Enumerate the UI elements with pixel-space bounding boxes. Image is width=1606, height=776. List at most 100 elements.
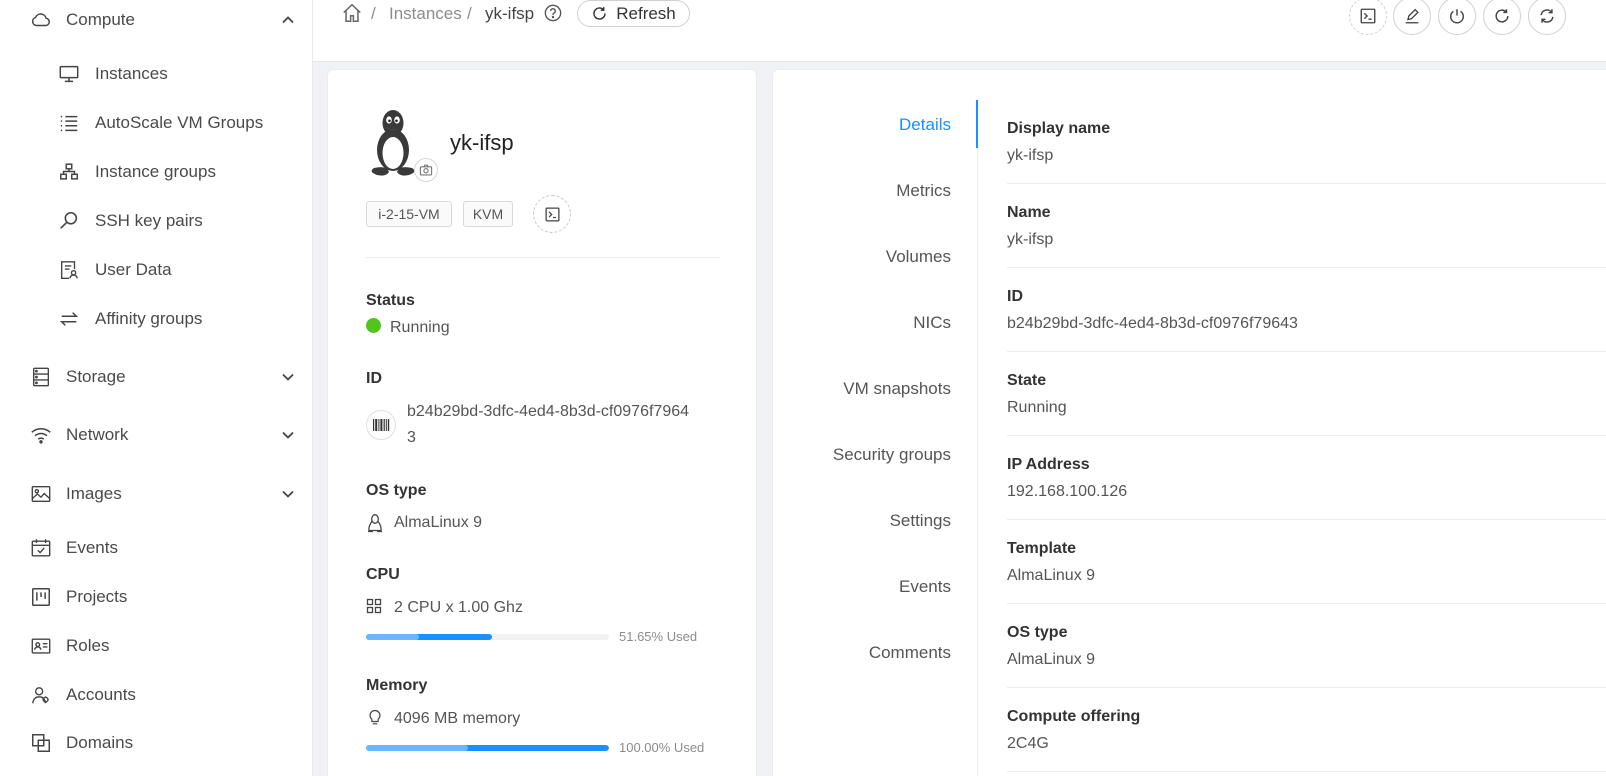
tab-details[interactable]: Details — [773, 115, 951, 135]
detail-label: IP Address — [1007, 456, 1090, 473]
active-tab-indicator — [976, 100, 978, 148]
status-value: Running — [390, 319, 450, 336]
tab-vm-snapshots[interactable]: VM snapshots — [773, 379, 951, 399]
sidebar-item-accounts[interactable]: Accounts — [0, 675, 312, 715]
id-value-line1: b24b29bd-3dfc-4ed4-8b3d-cf0976f7964 — [407, 403, 690, 420]
instance-internal-name-tag: i-2-15-VM — [366, 201, 452, 227]
os-type-value: AlmaLinux 9 — [394, 514, 483, 531]
tab-comments[interactable]: Comments — [773, 643, 951, 663]
question-circle-icon[interactable] — [544, 4, 562, 22]
console-button[interactable] — [533, 195, 571, 233]
sidebar-item-storage[interactable]: Storage — [0, 357, 312, 397]
chevron-down-icon — [281, 428, 295, 442]
memory-usage-text: 100.00% Used — [619, 740, 705, 755]
view-console-button[interactable] — [1349, 0, 1387, 35]
hypervisor-tag: KVM — [463, 201, 513, 227]
chevron-down-icon — [281, 370, 295, 384]
sidebar-item-domains[interactable]: Domains — [0, 723, 312, 763]
sidebar-item-user-data[interactable]: User Data — [0, 250, 312, 290]
sidebar-item-network[interactable]: Network — [0, 415, 312, 455]
id-value-line2: 3 — [407, 429, 416, 446]
detail-value: b24b29bd-3dfc-4ed4-8b3d-cf0976f79643 — [1007, 315, 1298, 332]
cpu-label: CPU — [366, 566, 400, 583]
detail-label: Name — [1007, 204, 1051, 221]
detail-label: Display name — [1007, 120, 1111, 137]
sidebar-item-label: SSH key pairs — [95, 211, 203, 230]
sidebar-item-instances[interactable]: Instances — [0, 54, 312, 94]
cpu-usage-bar — [366, 634, 609, 640]
detail-row-name: Name yk-ifsp — [1007, 184, 1606, 268]
edit-icon — [1403, 7, 1421, 25]
sidebar-item-label: Accounts — [66, 685, 136, 704]
detail-row-id: ID b24b29bd-3dfc-4ed4-8b3d-cf0976f79643 — [1007, 268, 1606, 352]
sidebar: Compute Instances AutoScale VM Groups In… — [0, 0, 313, 776]
sidebar-item-instance-groups[interactable]: Instance groups — [0, 152, 312, 192]
sidebar-item-roles[interactable]: Roles — [0, 626, 312, 666]
detail-label: OS type — [1007, 624, 1068, 641]
team-icon — [30, 684, 52, 706]
breadcrumb-separator: / — [371, 4, 376, 23]
sidebar-item-label: Events — [66, 538, 118, 557]
detail-label: Compute offering — [1007, 708, 1141, 725]
detail-label: Template — [1007, 540, 1077, 557]
sidebar-item-projects[interactable]: Projects — [0, 577, 312, 617]
sidebar-item-ssh-key-pairs[interactable]: SSH key pairs — [0, 201, 312, 241]
sidebar-item-images[interactable]: Images — [0, 474, 312, 514]
instance-tabs-card: Details Metrics Volumes NICs VM snapshot… — [772, 69, 1606, 776]
reinstall-button[interactable] — [1528, 0, 1566, 35]
reload-icon — [1493, 7, 1511, 25]
detail-value: AlmaLinux 9 — [1007, 567, 1096, 584]
idcard-icon — [30, 635, 52, 657]
appstore-icon — [366, 598, 384, 616]
id-label: ID — [366, 370, 382, 387]
detail-value: AlmaLinux 9 — [1007, 651, 1096, 668]
power-icon — [1448, 7, 1466, 25]
camera-icon[interactable] — [414, 158, 438, 182]
sidebar-item-label: Affinity groups — [95, 309, 203, 328]
chevron-up-icon — [281, 13, 295, 27]
tab-metrics[interactable]: Metrics — [773, 181, 951, 201]
sidebar-item-autoscale-vm-groups[interactable]: AutoScale VM Groups — [0, 103, 312, 143]
sidebar-item-compute[interactable]: Compute — [0, 0, 312, 40]
instance-name: yk-ifsp — [450, 130, 514, 155]
tab-volumes[interactable]: Volumes — [773, 247, 951, 267]
breadcrumb-separator: / — [467, 4, 472, 23]
status-running-dot — [366, 318, 381, 333]
sidebar-item-label: Compute — [66, 10, 135, 29]
refresh-label: Refresh — [616, 3, 676, 23]
detail-value: 192.168.100.126 — [1007, 483, 1128, 500]
stop-button[interactable] — [1438, 0, 1476, 35]
reboot-button[interactable] — [1483, 0, 1521, 35]
breadcrumb-current: yk-ifsp — [485, 4, 535, 23]
block-icon — [30, 732, 52, 754]
edit-button[interactable] — [1393, 0, 1431, 35]
detail-row-state: State Running — [1007, 352, 1606, 436]
sidebar-item-label: Roles — [66, 636, 110, 655]
home-icon[interactable] — [341, 2, 363, 24]
tab-security-groups[interactable]: Security groups — [773, 445, 951, 465]
detail-row-display-name: Display name yk-ifsp — [1007, 100, 1606, 184]
detail-label: ID — [1007, 288, 1023, 305]
cpu-value: 2 CPU x 1.00 Ghz — [394, 599, 523, 616]
detail-value: 2C4G — [1007, 735, 1049, 752]
sidebar-item-label: Images — [66, 484, 122, 503]
bulb-icon — [366, 708, 384, 726]
sidebar-item-affinity-groups[interactable]: Affinity groups — [0, 299, 312, 339]
sidebar-item-events[interactable]: Events — [0, 528, 312, 568]
sidebar-item-label: Network — [66, 425, 129, 444]
tab-settings[interactable]: Settings — [773, 511, 951, 531]
sidebar-item-label: Instances — [95, 64, 168, 83]
tab-events[interactable]: Events — [773, 577, 951, 597]
detail-label: State — [1007, 372, 1047, 389]
linux-icon — [366, 513, 384, 533]
barcode-icon[interactable] — [366, 410, 396, 440]
sidebar-item-label: Domains — [66, 733, 134, 752]
detail-value: yk-ifsp — [1007, 147, 1054, 164]
breadcrumb-instances[interactable]: Instances — [389, 3, 462, 25]
detail-row-template: Template AlmaLinux 9 — [1007, 520, 1606, 604]
code-icon — [1359, 7, 1377, 25]
refresh-button[interactable]: Refresh — [577, 0, 690, 27]
tab-divider-line — [977, 100, 978, 776]
tab-nics[interactable]: NICs — [773, 313, 951, 333]
sidebar-item-label: Projects — [66, 587, 128, 606]
